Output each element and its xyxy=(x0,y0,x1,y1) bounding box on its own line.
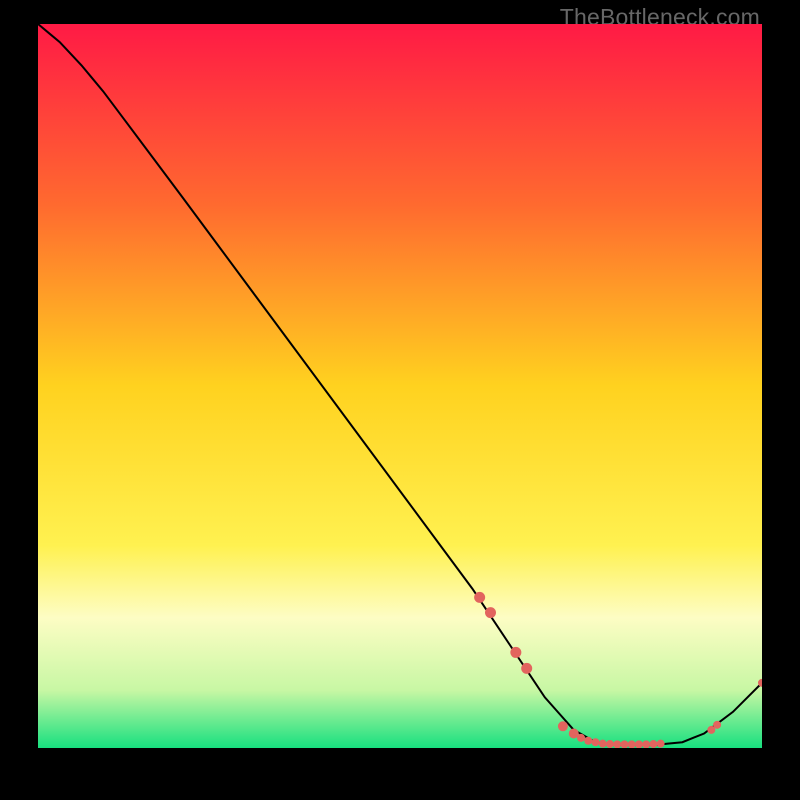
data-marker xyxy=(474,592,485,603)
chart-svg xyxy=(38,24,762,748)
data-marker xyxy=(577,734,585,742)
gradient-background xyxy=(38,24,762,748)
data-marker xyxy=(510,647,521,658)
data-marker xyxy=(713,721,721,729)
data-marker xyxy=(606,740,614,748)
data-marker xyxy=(599,740,607,748)
data-marker xyxy=(485,607,496,618)
data-marker xyxy=(521,663,532,674)
chart-plot-area xyxy=(38,24,762,748)
data-marker xyxy=(558,721,568,731)
data-marker xyxy=(649,740,657,748)
data-marker xyxy=(584,737,592,745)
data-marker xyxy=(657,740,665,748)
data-marker xyxy=(591,738,599,746)
